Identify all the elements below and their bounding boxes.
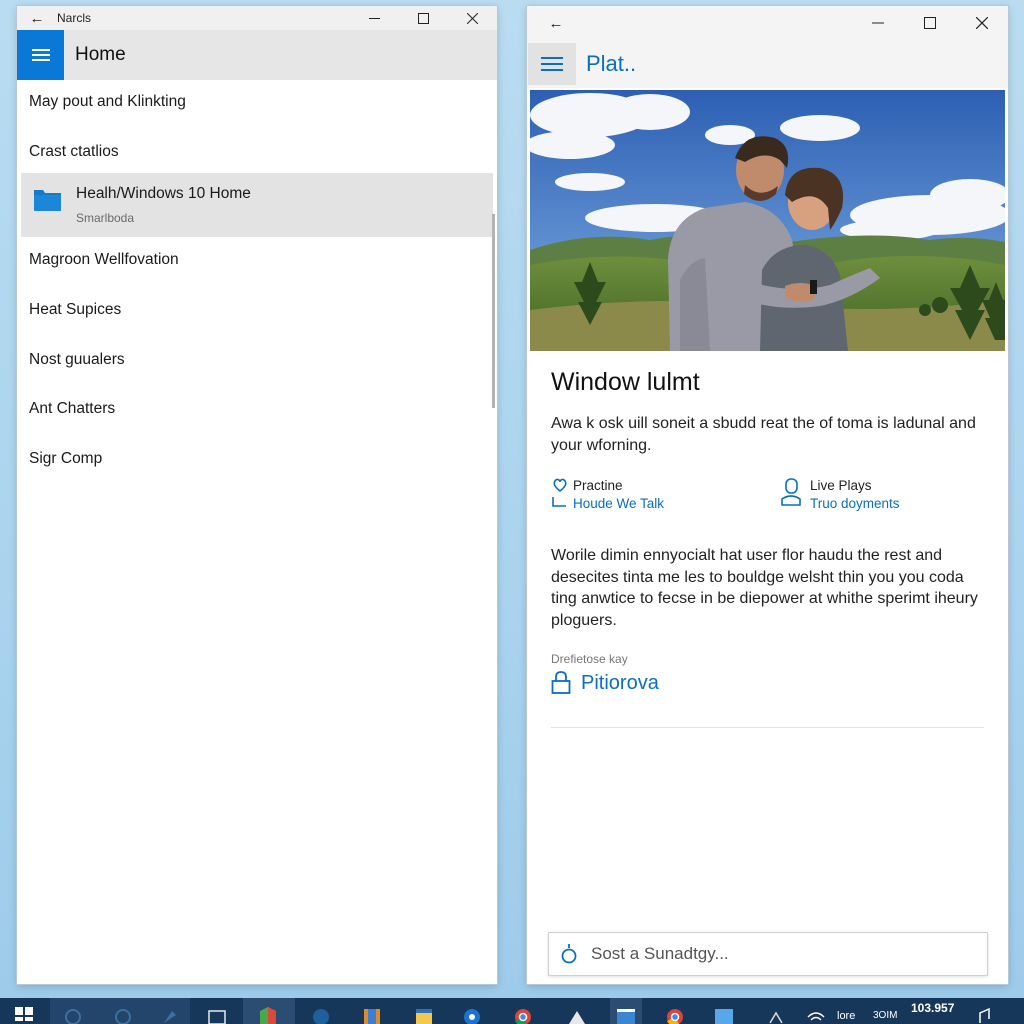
maximize-icon: [924, 17, 936, 29]
hamburger-icon: [31, 49, 50, 61]
cortana-icon[interactable]: [63, 1003, 83, 1024]
person-icon: [781, 478, 801, 506]
lock-icon: [551, 671, 571, 694]
search-icon: [561, 944, 577, 964]
close-button[interactable]: [448, 6, 497, 30]
app-window-icon[interactable]: [616, 1003, 636, 1024]
selected-list-item[interactable]: Healh/Windows 10 Home Smarlboda: [21, 173, 493, 237]
article-body: Worile dimin ennyocialt hat user flor ha…: [551, 547, 978, 629]
pitiorova-link[interactable]: Pitiorova: [551, 671, 984, 695]
left-window: ← Narcls Home May pout and Klinkting Cra…: [17, 6, 497, 984]
page-title: Plat..: [586, 51, 637, 76]
heart-icon: [552, 478, 567, 507]
tray-arrow-icon[interactable]: [766, 1003, 786, 1024]
right-header: Plat..: [527, 40, 1008, 88]
list-item[interactable]: Sigr Comp: [17, 450, 497, 468]
minimize-button[interactable]: [350, 6, 399, 30]
search-box[interactable]: [548, 932, 988, 976]
chrome-icon-2[interactable]: [665, 1003, 685, 1024]
hero-image: [530, 90, 1005, 351]
search-input[interactable]: [589, 943, 973, 965]
chrome-icon[interactable]: [513, 1003, 533, 1024]
close-icon: [976, 17, 988, 29]
quick-links: Practine Houde We Talk Live Plays Truo d…: [551, 477, 984, 517]
back-arrow-icon: ←: [548, 14, 564, 32]
maximize-button[interactable]: [399, 6, 448, 30]
app-notes-icon[interactable]: [414, 1003, 434, 1024]
app-orange-icon[interactable]: [362, 1003, 382, 1024]
selected-item-subtitle: Smarlboda: [76, 211, 135, 225]
app-monitor-icon[interactable]: [714, 1003, 734, 1024]
scrollbar[interactable]: [492, 214, 495, 408]
quick-link-live-plays[interactable]: Live Plays Truo doyments: [780, 477, 900, 514]
hamburger-icon: [541, 57, 563, 71]
pin-icon[interactable]: [160, 1003, 180, 1024]
minimize-icon: [872, 22, 884, 24]
back-button[interactable]: ←: [527, 6, 585, 40]
window-title: Narcls: [57, 11, 92, 25]
maximize-button[interactable]: [904, 6, 956, 40]
back-button[interactable]: ←: [17, 6, 57, 30]
folder-icon: [34, 190, 61, 211]
close-icon: [467, 12, 478, 24]
quick-link-subtitle: Truo doyments: [810, 496, 900, 511]
list-item[interactable]: Nost guualers: [17, 351, 497, 369]
maximize-icon: [418, 12, 429, 24]
page-title: Home: [75, 44, 126, 65]
left-header: Home: [17, 30, 497, 80]
section-label: Drefietose kay: [551, 652, 628, 666]
app-blue-circle-icon[interactable]: [462, 1003, 482, 1024]
tray-label: lore: [837, 1010, 856, 1022]
hamburger-menu-button[interactable]: [528, 43, 576, 85]
close-button[interactable]: [956, 6, 1008, 40]
app-green-icon[interactable]: [258, 1003, 278, 1024]
taskbar: lore 3OIM 103.957: [0, 998, 1024, 1024]
pitiorova-label: Pitiorova: [581, 671, 659, 694]
nav-list: May pout and Klinkting Crast ctatlios He…: [17, 80, 497, 984]
list-item[interactable]: Magroon Wellfovation: [17, 251, 497, 269]
clock[interactable]: 103.957: [911, 1001, 954, 1015]
quick-link-subtitle: Houde We Talk: [573, 496, 665, 511]
hamburger-menu-button[interactable]: [17, 30, 64, 80]
app-globe-icon[interactable]: [311, 1003, 331, 1024]
back-arrow-icon: ←: [29, 9, 45, 27]
right-titlebar: ←: [527, 6, 1008, 40]
selected-item-title: Healh/Windows 10 Home: [76, 185, 251, 202]
landscape-couple-image: [530, 90, 1005, 351]
tray-label: 3OIM: [873, 1010, 898, 1021]
wifi-icon[interactable]: [806, 1003, 826, 1024]
divider: [551, 727, 984, 728]
quick-link-practine[interactable]: Practine Houde We Talk: [551, 477, 664, 514]
quick-link-title: Practine: [573, 478, 623, 493]
left-titlebar: ← Narcls: [17, 6, 497, 30]
task-view-icon[interactable]: [113, 1003, 133, 1024]
list-item[interactable]: Heat Supices: [17, 301, 497, 319]
start-button[interactable]: [0, 998, 48, 1024]
quick-link-title: Live Plays: [810, 478, 872, 493]
right-window: ← Plat.. Window lulmt Awa k osk uill son…: [527, 6, 1008, 984]
notification-icon[interactable]: [975, 1003, 995, 1024]
list-item[interactable]: Crast ctatlios: [17, 143, 497, 161]
list-item[interactable]: Ant Chatters: [17, 400, 497, 418]
windows-logo-icon: [15, 1007, 33, 1021]
article-heading: Window lulmt: [551, 368, 700, 396]
file-explorer-icon[interactable]: [207, 1003, 227, 1024]
article-intro: Awa k osk uill soneit a sbudd reat the o…: [551, 415, 976, 454]
app-mail-icon[interactable]: [567, 1003, 587, 1024]
minimize-button[interactable]: [852, 6, 904, 40]
list-item[interactable]: May pout and Klinkting: [17, 93, 497, 111]
minimize-icon: [369, 17, 380, 19]
